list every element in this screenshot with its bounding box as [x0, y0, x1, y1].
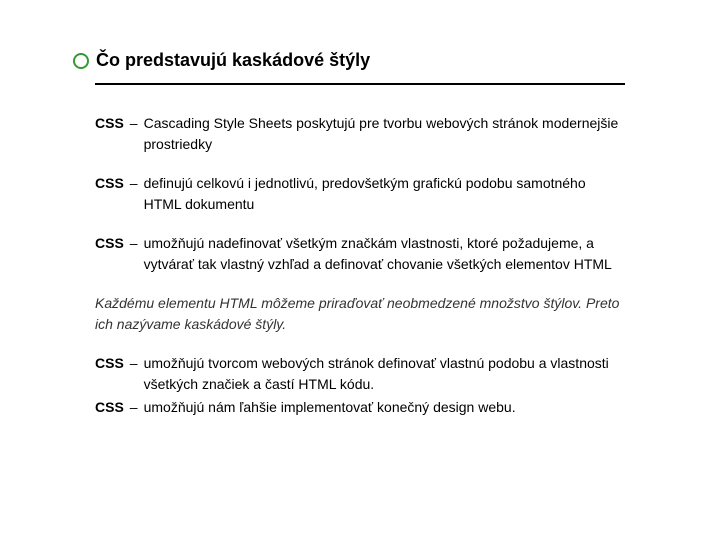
entry-label: CSS	[95, 397, 124, 418]
list-item: CSS – umožňujú nadefinovať všetkým značk…	[95, 233, 625, 275]
entry-label: CSS	[95, 233, 124, 275]
italic-note: Každému elementu HTML môžeme priraďovať …	[95, 293, 625, 335]
slide-content: Čo predstavujú kaskádové štýly CSS – Cas…	[0, 0, 720, 440]
entry-text: umožňujú nám ľahšie implementovať konečn…	[144, 397, 625, 418]
entry-label: CSS	[95, 353, 124, 395]
list-item: CSS – Cascading Style Sheets poskytujú p…	[95, 113, 625, 155]
dash: –	[130, 233, 138, 275]
list-group-2: CSS – umožňujú tvorcom webových stránok …	[95, 353, 625, 418]
list-item: CSS – definujú celkovú i jednotlivú, pre…	[95, 173, 625, 215]
dash: –	[130, 353, 138, 395]
dash: –	[130, 173, 138, 215]
entry-label: CSS	[95, 173, 124, 215]
entry-text: umožňujú tvorcom webových stránok defino…	[144, 353, 625, 395]
entry-text: Cascading Style Sheets poskytujú pre tvo…	[144, 113, 625, 155]
slide-title: Čo predstavujú kaskádové štýly	[96, 50, 370, 71]
entry-text: definujú celkovú i jednotlivú, predovšet…	[144, 173, 625, 215]
entry-text: umožňujú nadefinovať všetkým značkám vla…	[144, 233, 625, 275]
title-row: Čo predstavujú kaskádové štýly	[95, 50, 625, 71]
entry-label: CSS	[95, 113, 124, 155]
list-item: CSS – umožňujú nám ľahšie implementovať …	[95, 397, 625, 418]
dash: –	[130, 113, 138, 155]
list-item: CSS – umožňujú tvorcom webových stránok …	[95, 353, 625, 395]
bullet-icon	[73, 53, 89, 69]
dash: –	[130, 397, 138, 418]
divider	[95, 83, 625, 85]
